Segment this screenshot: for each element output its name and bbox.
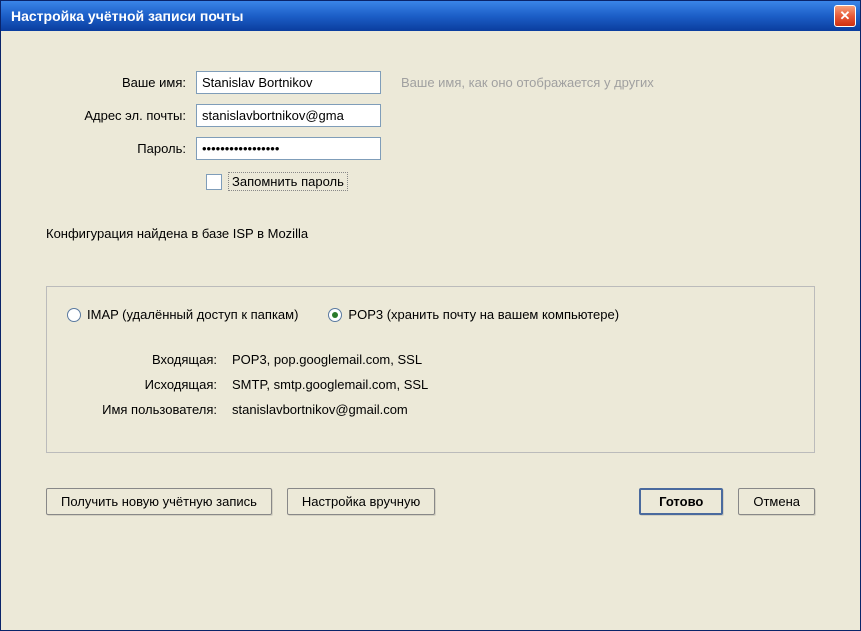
username-row: Имя пользователя: stanislavbortnikov@gma… <box>67 402 794 417</box>
name-hint: Ваше имя, как оно отображается у других <box>401 75 654 90</box>
password-input[interactable] <box>196 137 381 160</box>
email-label: Адрес эл. почты: <box>46 108 196 123</box>
titlebar: Настройка учётной записи почты ✕ <box>1 1 860 31</box>
incoming-value: POP3, pop.googlemail.com, SSL <box>232 352 422 367</box>
outgoing-label: Исходящая: <box>67 377 232 392</box>
close-button[interactable]: ✕ <box>834 5 856 27</box>
window-title: Настройка учётной записи почты <box>11 8 244 24</box>
remember-label[interactable]: Запомнить пароль <box>228 172 348 191</box>
username-label: Имя пользователя: <box>67 402 232 417</box>
dialog-window: Настройка учётной записи почты ✕ Ваше им… <box>0 0 861 631</box>
cancel-button[interactable]: Отмена <box>738 488 815 515</box>
imap-radio-label: IMAP (удалённый доступ к папкам) <box>87 307 298 322</box>
email-input[interactable] <box>196 104 381 127</box>
name-label: Ваше имя: <box>46 75 196 90</box>
button-row: Получить новую учётную запись Настройка … <box>46 488 815 515</box>
close-icon: ✕ <box>840 8 851 24</box>
name-input[interactable] <box>196 71 381 94</box>
incoming-label: Входящая: <box>67 352 232 367</box>
incoming-row: Входящая: POP3, pop.googlemail.com, SSL <box>67 352 794 367</box>
name-row: Ваше имя: Ваше имя, как оно отображается… <box>46 71 815 94</box>
remember-row: Запомнить пароль <box>206 172 815 191</box>
config-panel: IMAP (удалённый доступ к папкам) POP3 (х… <box>46 286 815 453</box>
password-label: Пароль: <box>46 141 196 156</box>
done-button[interactable]: Готово <box>639 488 723 515</box>
outgoing-value: SMTP, smtp.googlemail.com, SSL <box>232 377 428 392</box>
password-row: Пароль: <box>46 137 815 160</box>
protocol-radio-group: IMAP (удалённый доступ к папкам) POP3 (х… <box>67 307 794 322</box>
radio-icon <box>67 308 81 322</box>
outgoing-row: Исходящая: SMTP, smtp.googlemail.com, SS… <box>67 377 794 392</box>
new-account-button[interactable]: Получить новую учётную запись <box>46 488 272 515</box>
pop3-radio[interactable]: POP3 (хранить почту на вашем компьютере) <box>328 307 619 322</box>
dialog-content: Ваше имя: Ваше имя, как оно отображается… <box>1 31 860 630</box>
email-row: Адрес эл. почты: <box>46 104 815 127</box>
radio-icon <box>328 308 342 322</box>
manual-config-button[interactable]: Настройка вручную <box>287 488 435 515</box>
pop3-radio-label: POP3 (хранить почту на вашем компьютере) <box>348 307 619 322</box>
imap-radio[interactable]: IMAP (удалённый доступ к папкам) <box>67 307 298 322</box>
remember-checkbox[interactable] <box>206 174 222 190</box>
status-text: Конфигурация найдена в базе ISP в Mozill… <box>46 226 815 241</box>
username-value: stanislavbortnikov@gmail.com <box>232 402 408 417</box>
